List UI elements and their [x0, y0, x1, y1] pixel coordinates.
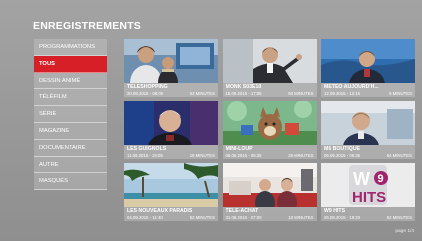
svg-text:9: 9 [378, 173, 384, 185]
menu-item-programmations[interactable]: PROGRAMMATIONS [34, 39, 107, 56]
page-title: ENREGISTREMENTS [33, 20, 142, 32]
recording-title: LES GUIGNOLS [127, 146, 167, 152]
thumbnail-les-guignols [124, 101, 218, 145]
recording-title: TÉLÉSHOPPING [127, 84, 168, 90]
recording-date: 26.08.2015 - 19:20 [324, 214, 361, 220]
thumbnail-tele-achat [222, 163, 317, 207]
recording-duration: 60 MINUTES [288, 90, 314, 96]
thumbnail-m6-boutique [321, 101, 415, 145]
recording-duration: 18 MINUTES [189, 152, 215, 158]
thumbnail-teleshopping [124, 39, 218, 83]
menu-item-magazine[interactable]: MAGAZINE [34, 122, 107, 140]
thumbnail-mini-loup [222, 101, 317, 145]
recording-tile[interactable]: LES NOUVEAUX PARADIS 04.09.2015 - 11:40 … [124, 163, 218, 221]
recording-tile[interactable]: TÉLÉ-ACHAT 31.08.2015 - 07:00 10 MINUTES [222, 163, 317, 221]
thumbnail-monk [222, 39, 317, 83]
recording-title: M6 BOUTIQUE [324, 146, 361, 152]
category-menu: PROGRAMMATIONS TOUS DESSIN ANIMÉ TÉLÉFIL… [34, 39, 107, 191]
recording-duration: 52 MINUTES [386, 214, 412, 220]
recording-duration: 52 MINUTES [189, 90, 215, 96]
recording-tile[interactable]: MONK S03E10 18.09.2015 - 17:05 60 MINUTE… [222, 39, 317, 97]
recording-tile[interactable]: M6 BOUTIQUE 06.09.2015 - 06:35 84 MINUTE… [321, 101, 415, 159]
svg-text:HITS: HITS [352, 189, 386, 206]
recording-tile[interactable]: MINI-LOUP 06.09.2015 - 08:35 25 MINUTES [222, 101, 317, 159]
recording-date: 11.09.2015 - 19:05 [127, 152, 163, 158]
menu-item-tous[interactable]: TOUS [34, 55, 107, 73]
menu-item-masques[interactable]: MASQUÉS [34, 173, 107, 191]
recording-title: MÉTÉO AUJOURD'H... [324, 84, 379, 90]
recording-title: MONK S03E10 [225, 84, 262, 90]
recording-date: 18.09.2015 - 17:05 [225, 90, 262, 96]
recording-duration: 6 MINUTES [389, 90, 412, 96]
menu-item-documentaire[interactable]: DOCUMENTAIRE [34, 139, 107, 157]
recording-title: LES NOUVEAUX PARADIS [127, 208, 193, 214]
recording-duration: 52 MINUTES [189, 214, 215, 220]
recording-tile[interactable]: TÉLÉSHOPPING 20.08.2015 - 08:05 52 MINUT… [124, 39, 218, 97]
thumbnail-les-nouveaux-paradis [124, 163, 218, 207]
svg-text:W: W [353, 169, 370, 189]
recording-duration: 10 MINUTES [288, 214, 314, 220]
page-indicator: page 1/4 [395, 229, 414, 234]
menu-item-dessin-anime[interactable]: DESSIN ANIMÉ [34, 72, 107, 90]
menu-item-autre[interactable]: AUTRE [34, 156, 107, 174]
recording-duration: 25 MINUTES [288, 152, 314, 158]
recording-date: 20.08.2015 - 08:05 [127, 90, 164, 96]
recordings-screen: ENREGISTREMENTS PROGRAMMATIONS TOUS DESS… [0, 0, 422, 241]
thumbnail-meteo [321, 39, 415, 83]
recording-date: 06.09.2015 - 08:35 [225, 152, 262, 158]
menu-item-serie[interactable]: SÉRIE [34, 106, 107, 123]
recording-duration: 84 MINUTES [386, 152, 412, 158]
recording-date: 04.09.2015 - 11:40 [127, 214, 163, 220]
recording-title: TÉLÉ-ACHAT [225, 208, 259, 214]
recording-date: 12.09.2015 - 12:15 [324, 90, 361, 96]
recording-date: 06.09.2015 - 06:35 [324, 152, 361, 158]
menu-item-telefilm[interactable]: TÉLÉFILM [34, 89, 107, 107]
recording-tile[interactable]: W 9 HITS W9 HITS 26.08.2015 - 19:20 52 M… [321, 163, 415, 221]
recording-title: MINI-LOUP [225, 146, 253, 152]
thumbnail-w9-hits: W 9 HITS [321, 163, 415, 207]
recording-title: W9 HITS [324, 208, 346, 214]
recording-date: 31.08.2015 - 07:00 [225, 214, 262, 220]
recording-tile[interactable]: LES GUIGNOLS 11.09.2015 - 19:05 18 MINUT… [124, 101, 218, 159]
recording-tile[interactable]: MÉTÉO AUJOURD'H... 12.09.2015 - 12:15 6 … [321, 39, 415, 97]
